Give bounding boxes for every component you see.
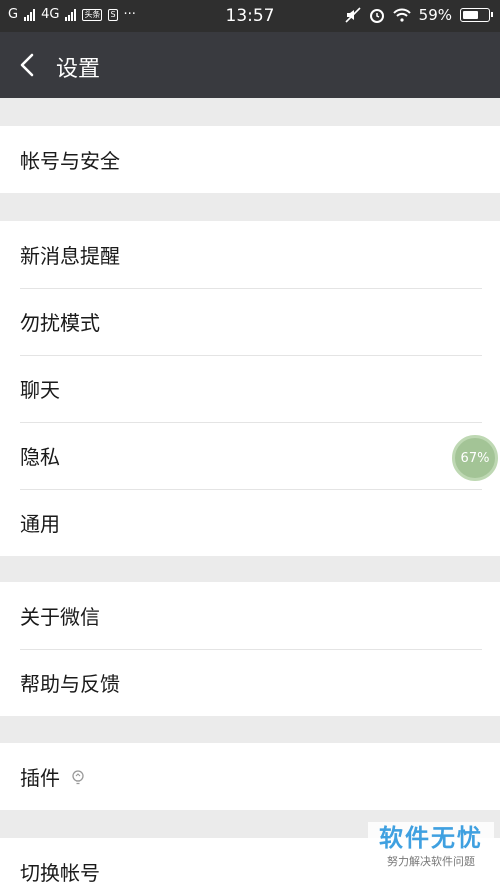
settings-item-account-security[interactable]: 帐号与安全 [0, 126, 500, 193]
alarm-icon [369, 9, 384, 23]
battery-percent: 59% [418, 6, 452, 24]
settings-item-general[interactable]: 通用 [0, 489, 500, 556]
status-left: G 4G 头条 S ··· [8, 7, 136, 22]
status-right: 59% [345, 6, 493, 24]
floating-ball-label: 67% [460, 450, 490, 466]
item-label: 切换帐号 [20, 861, 100, 885]
carrier-label: G [8, 7, 19, 22]
settings-item-help-feedback[interactable]: 帮助与反馈 [0, 649, 500, 716]
item-label: 聊天 [20, 378, 60, 402]
item-label: 插件 [20, 766, 60, 790]
watermark-title: 软件无忧 [379, 824, 483, 852]
network-label: 4G [41, 7, 60, 22]
settings-group-plugins: 插件 [0, 743, 500, 810]
settings-item-do-not-disturb[interactable]: 勿扰模式 [0, 288, 500, 355]
watermark-subtitle: 努力解决软件问题 [387, 855, 475, 868]
lightbulb-icon [72, 769, 84, 784]
screenshot-icon: S [108, 8, 118, 21]
back-arrow-icon[interactable] [14, 50, 42, 80]
signal-icon-2 [65, 8, 77, 21]
status-bar: G 4G 头条 S ··· 13:57 59% [0, 0, 500, 32]
item-label: 隐私 [20, 445, 60, 469]
settings-item-about-wechat[interactable]: 关于微信 [0, 582, 500, 649]
item-label: 通用 [20, 512, 60, 536]
watermark: 软件无忧 努力解决软件问题 [368, 822, 494, 880]
battery-icon [460, 8, 493, 22]
settings-item-chat[interactable]: 聊天 [0, 355, 500, 422]
signal-icon [24, 8, 36, 21]
page-title: 设置 [56, 57, 101, 82]
news-app-icon: 头条 [82, 8, 103, 21]
item-label: 帐号与安全 [20, 149, 120, 173]
floating-ball[interactable]: 67% [452, 435, 498, 481]
settings-item-plugins[interactable]: 插件 [0, 743, 500, 810]
settings-group-about: 关于微信 帮助与反馈 [0, 582, 500, 716]
title-bar: 设置 [0, 32, 500, 98]
item-label: 帮助与反馈 [20, 672, 120, 696]
settings-group-general: 新消息提醒 勿扰模式 聊天 隐私 通用 [0, 221, 500, 556]
settings-item-notifications[interactable]: 新消息提醒 [0, 221, 500, 288]
item-label: 关于微信 [20, 605, 100, 629]
mute-icon [345, 7, 361, 23]
settings-item-privacy[interactable]: 隐私 [0, 422, 500, 489]
item-label: 勿扰模式 [20, 311, 100, 335]
settings-group-account: 帐号与安全 [0, 126, 500, 193]
more-notifications-icon: ··· [123, 7, 136, 22]
item-label: 新消息提醒 [20, 244, 120, 268]
wifi-icon [392, 8, 411, 22]
